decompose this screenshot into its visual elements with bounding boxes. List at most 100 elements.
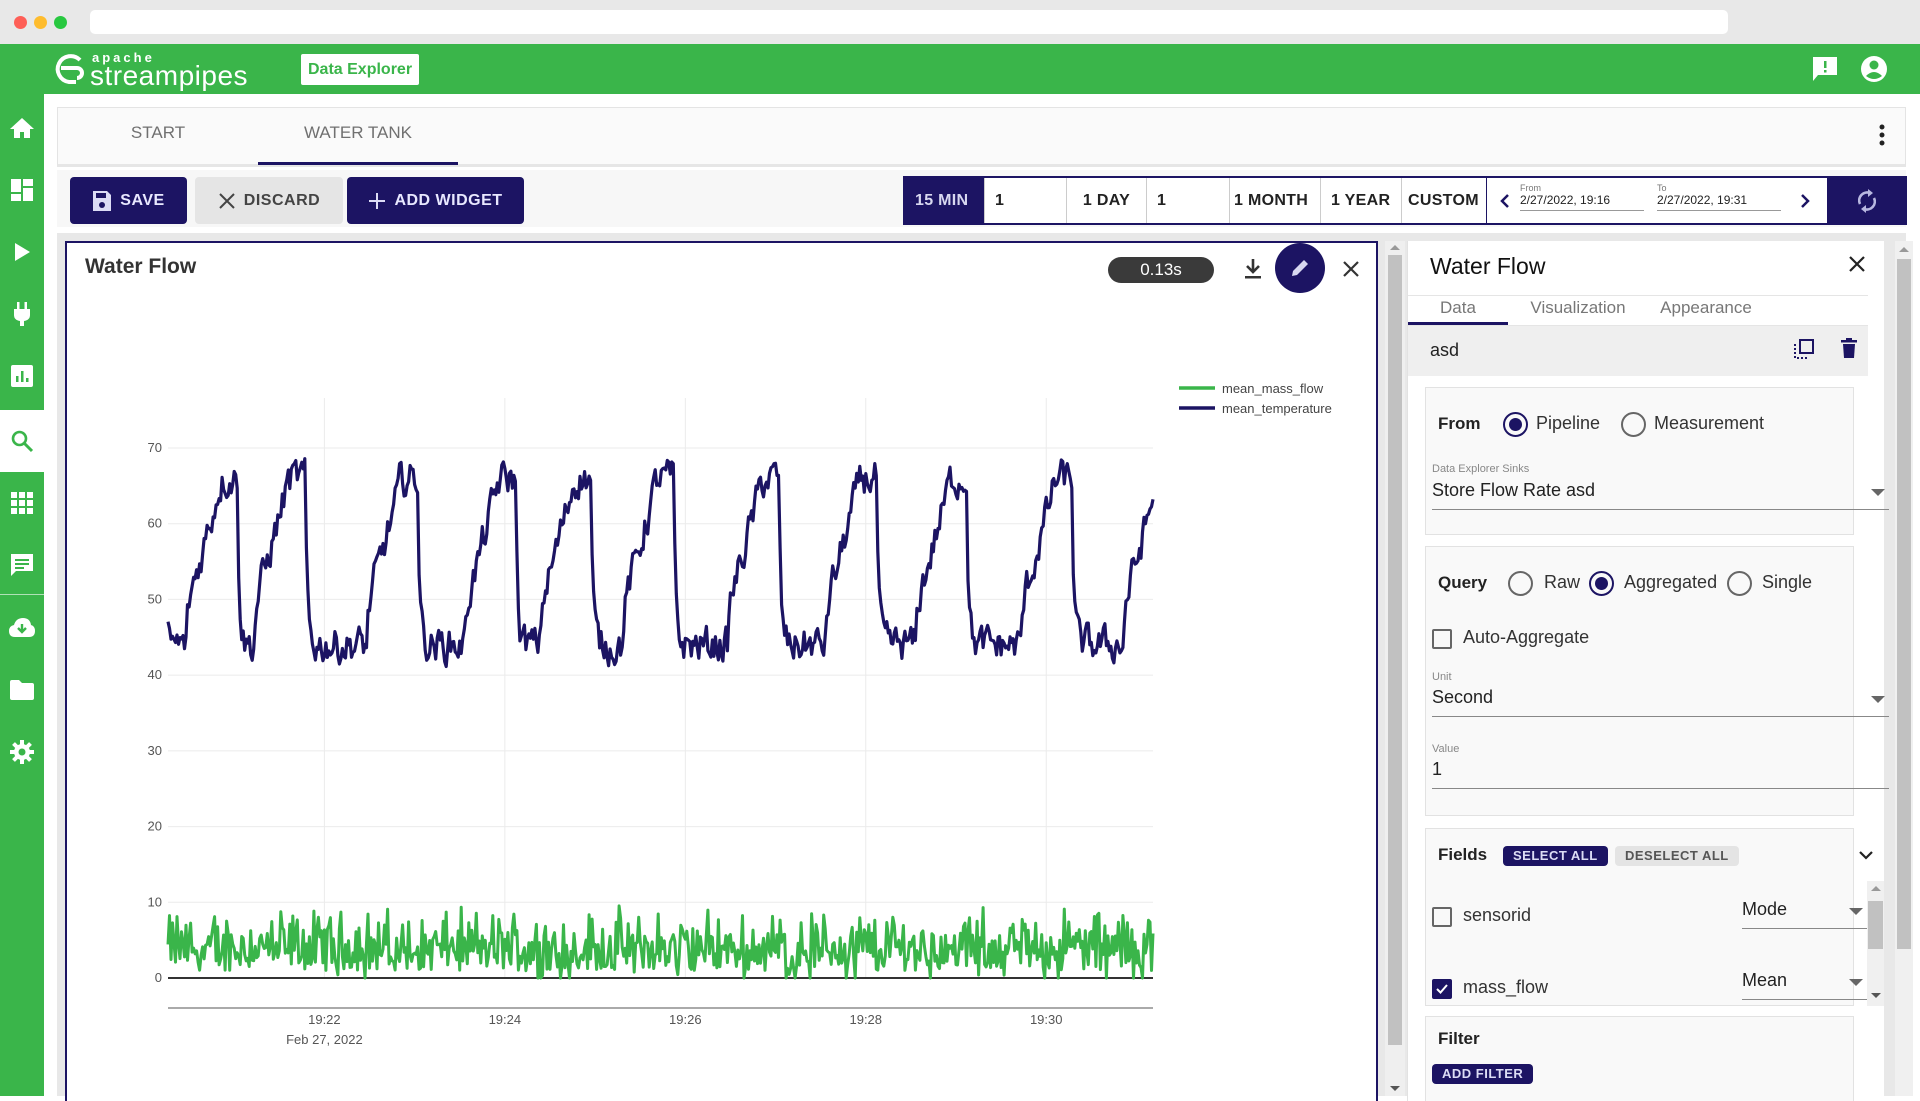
refresh-icon [1857, 188, 1877, 213]
from-date-field[interactable]: From 2/27/2022, 19:16 [1520, 183, 1644, 211]
account-icon[interactable] [1859, 54, 1889, 84]
sidebar-item-files[interactable] [0, 659, 44, 721]
unit-select[interactable]: Second [1432, 687, 1889, 717]
clone-icon[interactable] [1793, 338, 1815, 360]
value-value: 1 [1432, 759, 1443, 779]
query-header[interactable]: asd [1408, 326, 1868, 376]
sidebar-divider [0, 594, 44, 595]
radio-pipeline[interactable] [1503, 412, 1528, 437]
field-sensorid-aggregation-value: Mode [1742, 899, 1788, 919]
x-tick-label: 19:22 [308, 1012, 341, 1027]
radio-single[interactable] [1727, 571, 1752, 596]
window-minimize-dot[interactable] [34, 16, 47, 29]
module-title: Data Explorer [301, 54, 420, 85]
sidebar-item-configuration[interactable] [0, 721, 44, 783]
radio-measurement-label: Measurement [1654, 413, 1765, 433]
url-bar[interactable] [90, 10, 1728, 34]
settings-icon [10, 740, 34, 764]
checkmark-icon [1436, 984, 1448, 994]
y-tick-label: 60 [148, 516, 162, 531]
radio-measurement[interactable] [1621, 412, 1646, 437]
select-all-button[interactable]: SELECT ALL [1503, 846, 1608, 866]
range-1hour[interactable]: 1 HOUR [985, 178, 1067, 254]
unit-value: Second [1432, 687, 1494, 707]
widget-config-panel: Water Flow Data Visualization Appearance… [1407, 241, 1889, 1101]
deselect-all-button[interactable]: DESELECT ALL [1615, 846, 1739, 866]
dropdown-arrow-icon [1871, 489, 1885, 496]
save-button[interactable]: SAVE [70, 177, 187, 224]
feedback-icon[interactable] [1810, 54, 1840, 84]
range-1month[interactable]: 1 MONTH [1230, 178, 1321, 223]
fields-scrollbar[interactable] [1867, 881, 1884, 1006]
panel-tab-appearance[interactable]: Appearance [1646, 298, 1766, 325]
panel-tab-data[interactable]: Data [1408, 298, 1508, 325]
bar-chart-icon [11, 365, 33, 387]
discard-button[interactable]: DISCARD [195, 177, 343, 224]
auto-aggregate-checkbox[interactable] [1432, 629, 1452, 649]
window-close-dot[interactable] [14, 16, 27, 29]
chevron-down-icon[interactable] [1858, 849, 1874, 861]
scroll-down-arrow[interactable] [1871, 993, 1881, 998]
refresh-button[interactable] [1827, 176, 1907, 225]
sidebar-item-apps[interactable] [0, 472, 44, 534]
add-filter-button[interactable]: ADD FILTER [1432, 1064, 1534, 1084]
series-line-mean-temperature [166, 457, 1155, 669]
sinks-select[interactable]: Store Flow Rate asd [1432, 480, 1889, 510]
range-1year[interactable]: 1 YEAR [1321, 178, 1402, 223]
field-sensorid-checkbox[interactable] [1432, 907, 1452, 927]
chevron-right-icon[interactable] [1799, 193, 1811, 209]
scroll-thumb[interactable] [1388, 255, 1402, 1045]
sidebar-item-connect[interactable] [0, 283, 44, 345]
filter-section-label: Filter [1438, 1029, 1480, 1048]
close-panel-icon[interactable] [1848, 255, 1866, 273]
fields-card: Fields SELECT ALL DESELECT ALL sensorid … [1425, 828, 1884, 1006]
widget-scrollbar[interactable] [1385, 241, 1405, 1096]
scroll-thumb[interactable] [1897, 259, 1911, 949]
sidebar-item-pipeline-editor[interactable] [0, 159, 44, 221]
streampipes-logo[interactable]: apache streampipes [52, 48, 252, 91]
sidebar-item-install[interactable] [0, 597, 44, 659]
delete-icon[interactable] [1840, 337, 1858, 359]
sidebar-item-home[interactable] [0, 97, 44, 159]
field-mass-flow-checkbox[interactable] [1432, 979, 1452, 999]
browser-chrome [0, 0, 1920, 44]
range-custom[interactable]: CUSTOM [1402, 178, 1486, 223]
value-input[interactable]: 1 [1432, 759, 1889, 789]
scroll-up-arrow[interactable] [1390, 245, 1400, 250]
range-15min[interactable]: 15 MIN [905, 178, 985, 223]
panel-tab-visualization[interactable]: Visualization [1513, 298, 1643, 325]
sidebar-item-pipelines[interactable] [0, 221, 44, 283]
y-tick-label: 20 [148, 819, 162, 834]
y-tick-label: 50 [148, 591, 162, 606]
range-1week[interactable]: 1 WEEK [1147, 178, 1230, 254]
tab-start[interactable]: START [58, 108, 258, 165]
scroll-up-arrow[interactable] [1871, 886, 1881, 891]
tab-water-tank[interactable]: WATER TANK [258, 108, 458, 165]
filter-card: Filter ADD FILTER [1425, 1016, 1854, 1101]
sidebar-item-data-explorer[interactable] [0, 410, 44, 472]
scroll-down-arrow[interactable] [1390, 1086, 1400, 1091]
chevron-left-icon[interactable] [1499, 193, 1511, 209]
more-vert-icon[interactable] [1879, 124, 1885, 146]
from-value: 2/27/2022, 19:16 [1520, 193, 1611, 207]
field-mass-flow-aggregation[interactable]: Mean [1742, 970, 1867, 1000]
to-date-field[interactable]: To 2/27/2022, 19:31 [1657, 183, 1781, 211]
sidebar-item-notifications[interactable] [0, 534, 44, 596]
range-1day[interactable]: 1 DAY [1067, 178, 1147, 223]
save-label: SAVE [120, 191, 165, 209]
discard-label: DISCARD [243, 191, 321, 209]
y-tick-label: 40 [148, 667, 162, 682]
field-sensorid-aggregation[interactable]: Mode [1742, 899, 1867, 929]
folder-icon [10, 680, 34, 700]
radio-aggregated[interactable] [1589, 571, 1614, 596]
apps-icon [11, 492, 33, 514]
window-maximize-dot[interactable] [54, 16, 67, 29]
sidebar-item-dashboard[interactable] [0, 345, 44, 407]
sidebar [0, 94, 44, 1096]
scroll-up-arrow[interactable] [1899, 247, 1909, 252]
radio-raw[interactable] [1508, 571, 1533, 596]
scroll-thumb[interactable] [1868, 901, 1883, 949]
add-widget-button[interactable]: ADD WIDGET [347, 177, 524, 224]
panel-scrollbar[interactable] [1895, 241, 1913, 1096]
notifications-icon [11, 554, 33, 576]
